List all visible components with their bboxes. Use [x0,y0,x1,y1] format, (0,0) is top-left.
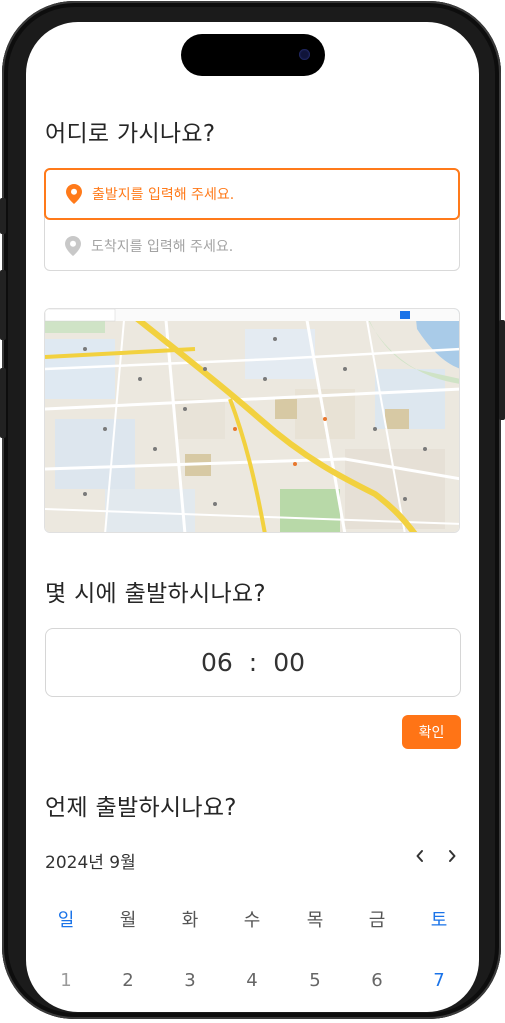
end-location-input[interactable]: 도착지를 입력해 주세요. [45,220,459,271]
calendar-day[interactable]: 1 [46,970,86,991]
weekday-tuesday: 화 [181,910,199,931]
weekday-wednesday: 수 [243,910,261,931]
calendar-day[interactable]: 6 [357,970,397,991]
hour-value[interactable]: 06 [201,648,233,677]
date-heading: 언제 출발하시나요? [45,795,237,821]
chevron-right-icon [449,850,456,862]
end-location-placeholder: 도착지를 입력해 주세요. [91,238,234,255]
volume-down-button [0,368,6,438]
weekday-sunday: 일 [57,910,75,931]
map-image [45,309,459,532]
start-location-input[interactable]: 출발지를 입력해 주세요. [44,168,460,220]
dynamic-island [181,34,325,76]
prev-month-button[interactable] [410,844,430,868]
next-month-button[interactable] [442,844,462,868]
calendar-day[interactable]: 5 [295,970,335,991]
destination-heading: 어디로 가시나요? [45,121,216,147]
map-view[interactable] [44,308,460,533]
action-button [0,198,6,234]
volume-up-button [0,270,6,340]
weekday-thursday: 목 [306,910,324,931]
weekday-monday: 월 [119,910,137,931]
calendar-day[interactable]: 2 [108,970,148,991]
time-picker[interactable]: 06 : 00 [45,628,461,697]
route-input-group: 출발지를 입력해 주세요. 도착지를 입력해 주세요. [44,168,460,271]
power-button [499,320,505,420]
app-screen: 어디로 가시나요? 출발지를 입력해 주세요. 도착지를 입력해 주세요. 몇 … [26,22,479,1012]
minute-value[interactable]: 00 [273,648,305,677]
chevron-left-icon [416,850,423,862]
weekday-saturday: 토 [430,910,448,931]
time-heading: 몇 시에 출발하시나요? [45,581,266,607]
calendar-day[interactable]: 4 [232,970,272,991]
weekday-friday: 금 [368,910,386,931]
location-pin-icon [59,235,87,256]
calendar-day[interactable]: 7 [419,970,459,991]
time-separator: : [248,648,258,677]
location-pin-icon [60,184,88,204]
start-location-placeholder: 출발지를 입력해 주세요. [92,187,235,203]
front-camera-icon [299,49,310,60]
calendar-month-label: 2024년 9월 [45,853,136,873]
confirm-time-button[interactable]: 확인 [402,715,461,749]
calendar-day[interactable]: 3 [170,970,210,991]
